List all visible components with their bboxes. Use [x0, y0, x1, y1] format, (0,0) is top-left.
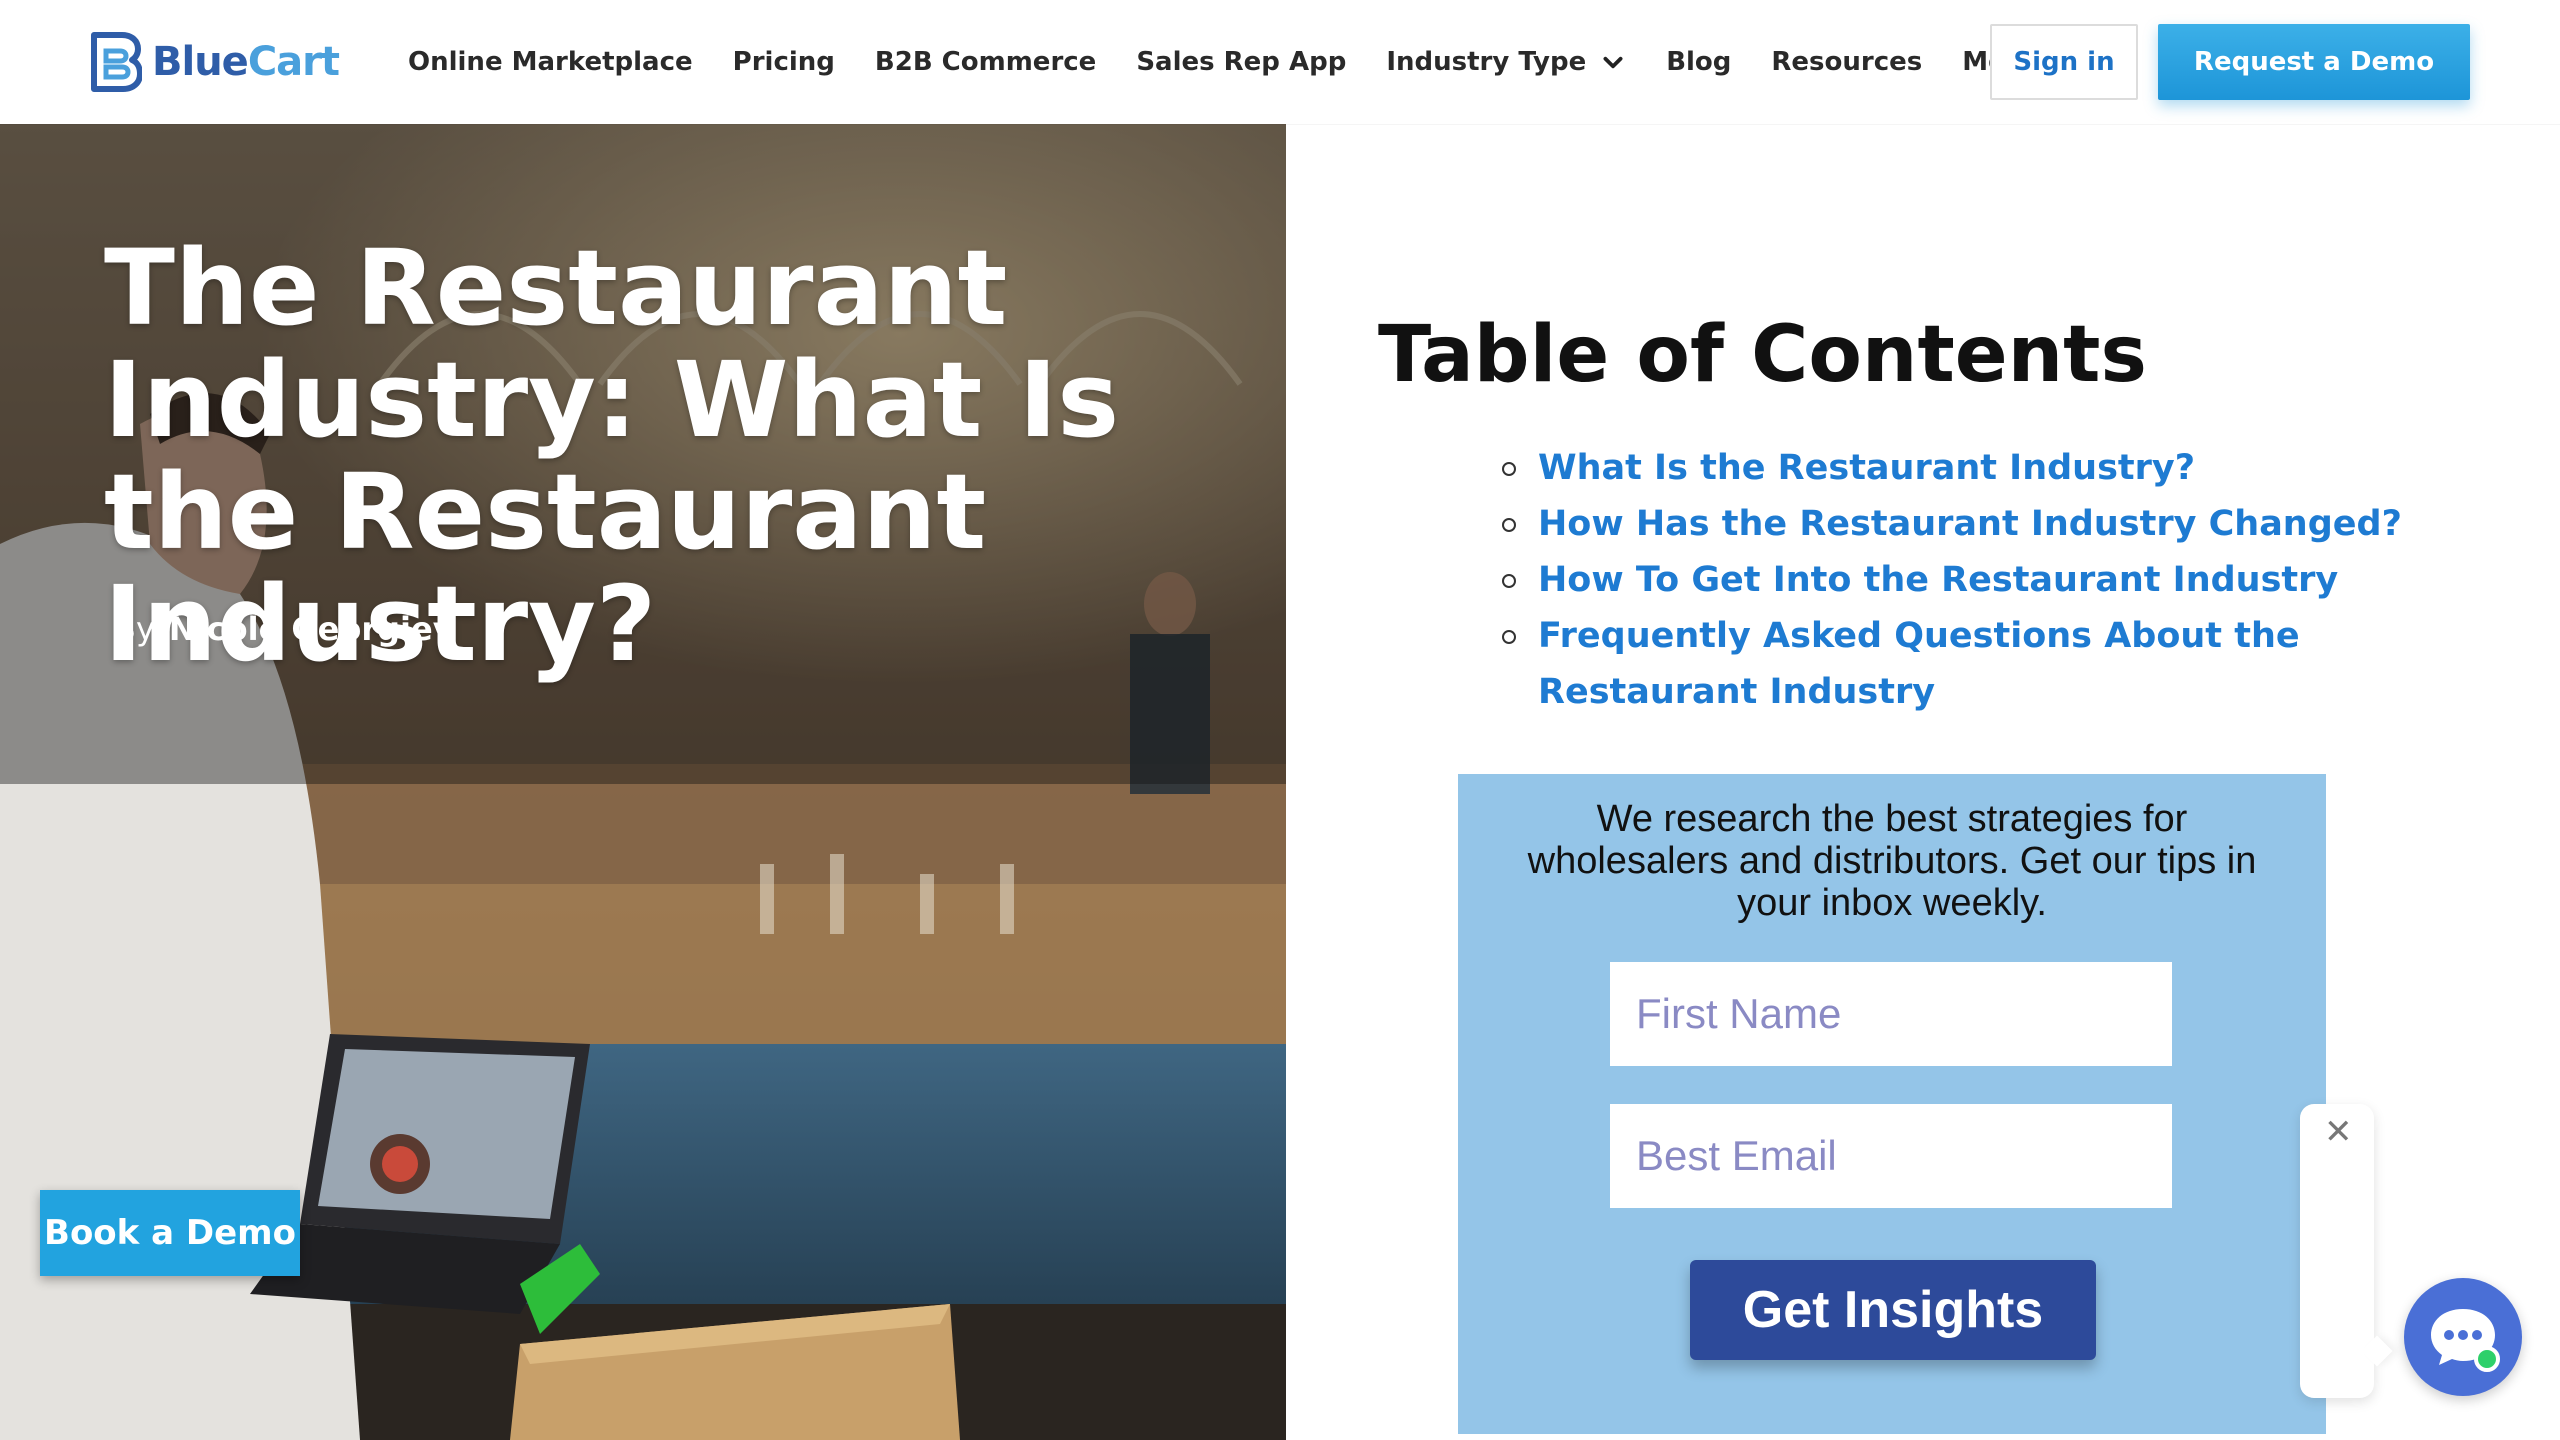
get-insights-button[interactable]: Get Insights	[1690, 1260, 2096, 1360]
site-header: BlueCart Online Marketplace Pricing B2B …	[0, 0, 2560, 124]
toc-link[interactable]: How Has the Restaurant Industry Changed?	[1538, 504, 2402, 544]
toc-item[interactable]: How To Get Into the Restaurant Industry	[1502, 552, 2438, 608]
nav-industry-type[interactable]: Industry Type	[1386, 47, 1626, 77]
toc-link[interactable]: What Is the Restaurant Industry?	[1538, 448, 2195, 488]
bluecart-logo-icon	[91, 32, 142, 92]
article-byline: By Nicole Georgiev	[114, 610, 454, 648]
bullet-icon	[1502, 462, 1516, 476]
bullet-icon	[1502, 574, 1516, 588]
request-demo-button[interactable]: Request a Demo	[2158, 24, 2470, 100]
nav-label: B2B Commerce	[874, 47, 1097, 77]
online-status-dot	[2474, 1346, 2500, 1372]
toc-link[interactable]: Frequently Asked Questions About the Res…	[1538, 616, 2300, 712]
book-demo-button[interactable]: Book a Demo	[40, 1190, 300, 1276]
brand-name-part2: Cart	[247, 39, 340, 85]
bullet-icon	[1502, 518, 1516, 532]
close-icon[interactable]: ✕	[2324, 1115, 2353, 1149]
toc-item[interactable]: How Has the Restaurant Industry Changed?	[1502, 496, 2438, 552]
newsletter-text: We research the best strategies for whol…	[1527, 798, 2257, 924]
nav-label: Blog	[1666, 47, 1732, 77]
nav-blog[interactable]: Blog	[1666, 47, 1731, 77]
nav-label: Online Marketplace	[408, 47, 693, 77]
toc-list: What Is the Restaurant Industry? How Has…	[1502, 440, 2438, 720]
byline-prefix: By	[114, 610, 155, 648]
nav-label: Sales Rep App	[1136, 47, 1347, 77]
brand-name-part1: Blue	[152, 39, 249, 85]
newsletter-signup: We research the best strategies for whol…	[1458, 774, 2326, 1434]
toc-item[interactable]: Frequently Asked Questions About the Res…	[1502, 608, 2438, 720]
email-input[interactable]	[1610, 1104, 2172, 1208]
toc-link[interactable]: How To Get Into the Restaurant Industry	[1538, 560, 2338, 600]
nav-label: Resources	[1771, 47, 1923, 77]
chat-launcher-button[interactable]	[2404, 1278, 2522, 1396]
chevron-down-icon	[1603, 56, 1623, 69]
nav-sales-rep-app[interactable]: Sales Rep App	[1136, 47, 1346, 77]
toc-item[interactable]: What Is the Restaurant Industry?	[1502, 440, 2438, 496]
bluecart-wordmark: BlueCart	[152, 39, 340, 85]
nav-label: Industry Type	[1386, 47, 1587, 77]
main-nav: Online Marketplace Pricing B2B Commerce …	[408, 0, 2116, 124]
nav-resources[interactable]: Resources	[1771, 47, 1922, 77]
nav-b2b-commerce[interactable]: B2B Commerce	[875, 47, 1096, 77]
author-name[interactable]: Nicole Georgiev	[169, 610, 454, 648]
nav-label: Pricing	[732, 47, 835, 77]
first-name-input[interactable]	[1610, 962, 2172, 1066]
toc-title: Table of Contents	[1378, 310, 2147, 400]
bluecart-logo[interactable]: BlueCart	[88, 30, 340, 94]
nav-online-marketplace[interactable]: Online Marketplace	[408, 47, 693, 77]
nav-pricing[interactable]: Pricing	[733, 47, 835, 77]
bullet-icon	[1502, 630, 1516, 644]
sign-in-button[interactable]: Sign in	[1990, 24, 2138, 100]
